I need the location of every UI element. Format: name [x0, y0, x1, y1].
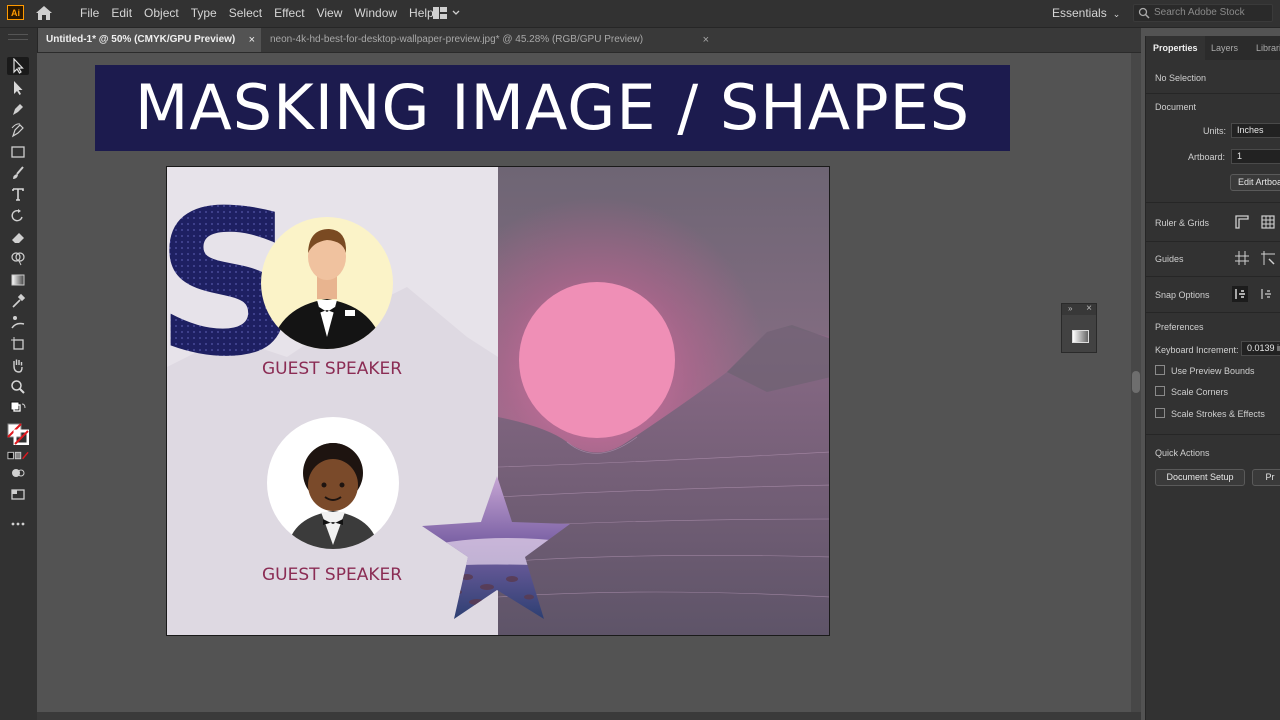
chevron-down-icon: ⌄ — [1112, 9, 1121, 19]
title-banner[interactable]: MASKING IMAGE / SHAPES — [95, 65, 1010, 151]
tab-untitled[interactable]: Untitled-1* @ 50% (CMYK/GPU Preview) × — [37, 28, 261, 52]
menu-type[interactable]: Type — [185, 0, 223, 27]
gradient-floating-panel[interactable]: » × — [1061, 303, 1097, 353]
tab-label: neon-4k-hd-best-for-desktop-wallpaper-pr… — [270, 34, 644, 45]
tab-label: Untitled-1* @ 50% (CMYK/GPU Preview) — [46, 34, 236, 45]
guest-speaker-label-1[interactable]: GUEST SPEAKER — [262, 359, 402, 379]
collapse-icon[interactable]: » — [1068, 304, 1072, 313]
menu-edit[interactable]: Edit — [105, 0, 138, 27]
guest-speaker-label-2[interactable]: GUEST SPEAKER — [262, 565, 402, 585]
workspace-label: Essentials — [1052, 6, 1107, 20]
scale-corners-checkbox[interactable] — [1155, 386, 1165, 396]
panel-tabs: Properties Layers Librari — [1146, 36, 1280, 60]
units-select[interactable]: Inches — [1231, 123, 1280, 138]
use-preview-bounds-label: Use Preview Bounds — [1171, 366, 1255, 376]
keyboard-increment-input[interactable]: 0.0139 in — [1241, 341, 1280, 356]
search-placeholder: Search Adobe Stock — [1154, 7, 1245, 18]
screen-mode-icon[interactable] — [7, 486, 29, 504]
edit-artboards-button[interactable]: Edit Artboa — [1230, 174, 1280, 191]
menu-bar: Ai File Edit Object Type Select Effect V… — [0, 0, 1280, 28]
selection-status: No Selection — [1155, 73, 1207, 83]
units-label: Units: — [1203, 126, 1227, 136]
sun — [519, 282, 675, 438]
menu-effect[interactable]: Effect — [268, 0, 310, 27]
close-icon[interactable]: × — [703, 28, 709, 52]
scale-strokes-effects-label: Scale Strokes & Effects — [1171, 409, 1265, 419]
document-header: Document — [1155, 102, 1197, 112]
snap-to-point-icon[interactable] — [1232, 286, 1248, 302]
search-icon — [1138, 7, 1150, 19]
stock-search-input[interactable]: Search Adobe Stock — [1133, 4, 1273, 22]
rotate-tool-icon[interactable] — [7, 207, 29, 225]
panel-grip[interactable] — [8, 34, 28, 40]
preferences-button[interactable]: Pr — [1252, 469, 1280, 486]
selection-tool-icon[interactable] — [7, 57, 29, 75]
puppet-warp-tool-icon[interactable] — [7, 313, 29, 331]
snap-options-label: Snap Options — [1155, 290, 1210, 300]
pen-tool-icon[interactable] — [7, 100, 29, 118]
scale-strokes-effects-checkbox[interactable] — [1155, 408, 1165, 418]
workspace-switcher[interactable]: Essentials ⌄ — [1052, 0, 1120, 27]
tab-libraries[interactable]: Librari — [1249, 36, 1280, 60]
lock-guides-icon[interactable] — [1260, 250, 1276, 266]
grid-icon[interactable] — [1260, 214, 1276, 230]
shape-builder-tool-icon[interactable] — [7, 249, 29, 267]
artboard[interactable]: S GUEST SPEAKER GUEST SPEAKER — [166, 166, 830, 636]
zoom-tool-icon[interactable] — [7, 378, 29, 396]
rectangle-tool-icon[interactable] — [7, 143, 29, 161]
menu-file[interactable]: File — [74, 0, 105, 27]
illustrator-logo: Ai — [7, 5, 24, 20]
document-setup-button[interactable]: Document Setup — [1155, 469, 1245, 486]
more-tools-icon[interactable] — [7, 515, 29, 533]
eraser-tool-icon[interactable] — [7, 228, 29, 246]
menu-select[interactable]: Select — [223, 0, 268, 27]
main-menu: File Edit Object Type Select Effect View… — [74, 0, 440, 27]
menu-object[interactable]: Object — [138, 0, 185, 27]
color-mode-icons[interactable] — [7, 450, 29, 462]
gradient-panel-icon[interactable] — [1072, 330, 1089, 343]
default-fill-stroke-icon[interactable] — [7, 400, 29, 418]
keyboard-increment-label: Keyboard Increment: — [1155, 345, 1239, 355]
tab-properties[interactable]: Properties — [1146, 36, 1205, 60]
close-icon[interactable]: × — [1086, 303, 1092, 314]
document-tabs: Untitled-1* @ 50% (CMYK/GPU Preview) × n… — [37, 28, 1141, 53]
panel-header[interactable]: » × — [1062, 303, 1096, 315]
paintbrush-tool-icon[interactable] — [7, 164, 29, 182]
artboard-label: Artboard: — [1188, 152, 1226, 162]
vertical-scrollbar[interactable] — [1131, 53, 1141, 712]
guides-label: Guides — [1155, 254, 1184, 264]
scrollbar-thumb[interactable] — [1132, 371, 1140, 393]
draw-mode-icon[interactable] — [7, 464, 29, 482]
tab-layers[interactable]: Layers — [1204, 36, 1245, 60]
properties-panel: Properties Layers Librari No Selection D… — [1145, 36, 1280, 720]
gradient-tool-icon[interactable] — [7, 271, 29, 289]
menu-window[interactable]: Window — [348, 0, 403, 27]
home-icon[interactable] — [35, 5, 53, 21]
use-preview-bounds-checkbox[interactable] — [1155, 365, 1165, 375]
direct-selection-tool-icon[interactable] — [7, 79, 29, 97]
status-bar — [37, 712, 1141, 720]
curvature-tool-icon[interactable] — [7, 121, 29, 139]
arrange-documents-icon[interactable] — [432, 6, 462, 20]
quick-actions-header: Quick Actions — [1155, 448, 1210, 458]
tab-neon-wallpaper[interactable]: neon-4k-hd-best-for-desktop-wallpaper-pr… — [261, 28, 709, 52]
artboard-tool-icon[interactable] — [7, 335, 29, 353]
scale-corners-label: Scale Corners — [1171, 387, 1229, 397]
type-tool-icon[interactable] — [7, 185, 29, 203]
menu-view[interactable]: View — [311, 0, 349, 27]
eyedropper-tool-icon[interactable] — [7, 292, 29, 310]
tools-panel — [0, 28, 38, 720]
fill-stroke-swatch-icon[interactable] — [7, 421, 29, 447]
preferences-header: Preferences — [1155, 322, 1204, 332]
ruler-grids-label: Ruler & Grids — [1155, 218, 1210, 228]
close-icon[interactable]: × — [249, 28, 255, 52]
ruler-icon[interactable] — [1234, 214, 1250, 230]
hand-tool-icon[interactable] — [7, 356, 29, 374]
artboard-select[interactable]: 1 — [1231, 149, 1280, 164]
snap-to-pixel-icon[interactable] — [1258, 286, 1274, 302]
guides-icon[interactable] — [1234, 250, 1250, 266]
